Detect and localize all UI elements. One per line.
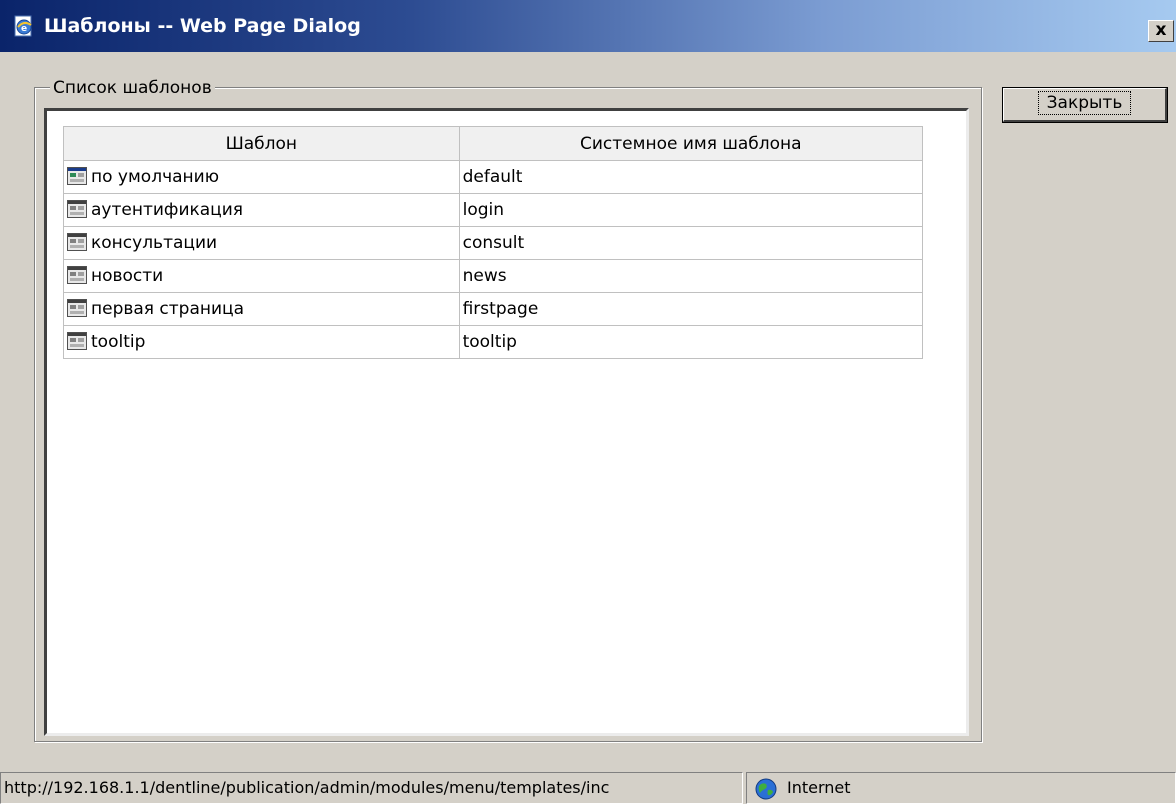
- title-bar[interactable]: e Шаблоны -- Web Page Dialog x: [0, 0, 1176, 52]
- column-header-system-name: Системное имя шаблона: [458, 126, 924, 161]
- system-name-cell[interactable]: default: [458, 160, 924, 194]
- system-name-cell[interactable]: news: [458, 259, 924, 293]
- ie-document-icon: e: [14, 15, 32, 37]
- template-name: консультации: [91, 233, 218, 253]
- template-name: tooltip: [91, 332, 146, 352]
- table-row[interactable]: аутентификация login: [63, 193, 924, 227]
- status-bar: http://192.168.1.1/dentline/publication/…: [0, 770, 1176, 804]
- template-name: новости: [91, 266, 164, 286]
- system-name-cell[interactable]: firstpage: [458, 292, 924, 326]
- security-zone[interactable]: Internet: [746, 772, 1176, 804]
- template-name: первая страница: [91, 299, 245, 319]
- template-name-cell[interactable]: консультации: [63, 226, 460, 260]
- template-icon: [67, 200, 87, 218]
- template-icon: [67, 332, 87, 350]
- templates-panel: Шаблон Системное имя шаблона по умолчани…: [44, 108, 969, 736]
- table-row[interactable]: по умолчанию default: [63, 160, 924, 194]
- system-name-cell[interactable]: tooltip: [458, 325, 924, 359]
- window-title: Шаблоны -- Web Page Dialog: [44, 15, 361, 37]
- template-name-cell[interactable]: по умолчанию: [63, 160, 460, 194]
- template-name: по умолчанию: [91, 167, 220, 187]
- table-header-row: Шаблон Системное имя шаблона: [63, 126, 924, 161]
- template-icon: [67, 299, 87, 317]
- groupbox-legend: Список шаблонов: [50, 78, 215, 98]
- close-icon: x: [1155, 20, 1167, 40]
- close-button[interactable]: Закрыть: [1002, 87, 1168, 123]
- status-url: http://192.168.1.1/dentline/publication/…: [0, 772, 743, 804]
- template-name-cell[interactable]: аутентификация: [63, 193, 460, 227]
- close-button-label: Закрыть: [1037, 91, 1132, 115]
- system-name-cell[interactable]: login: [458, 193, 924, 227]
- template-name-cell[interactable]: tooltip: [63, 325, 460, 359]
- window-close-button[interactable]: x: [1148, 20, 1174, 42]
- table-row[interactable]: tooltip tooltip: [63, 325, 924, 359]
- template-name-cell[interactable]: новости: [63, 259, 460, 293]
- globe-icon: [755, 778, 777, 800]
- svg-text:e: e: [21, 24, 27, 34]
- template-icon: [67, 233, 87, 251]
- security-zone-label: Internet: [787, 778, 851, 797]
- template-name: аутентификация: [91, 200, 244, 220]
- system-name-cell[interactable]: consult: [458, 226, 924, 260]
- table-row[interactable]: консультации consult: [63, 226, 924, 260]
- table-row[interactable]: первая страница firstpage: [63, 292, 924, 326]
- templates-table: Шаблон Системное имя шаблона по умолчани…: [63, 126, 924, 359]
- template-name-cell[interactable]: первая страница: [63, 292, 460, 326]
- column-header-template: Шаблон: [63, 126, 460, 161]
- table-row[interactable]: новости news: [63, 259, 924, 293]
- template-icon: [67, 167, 87, 185]
- template-icon: [67, 266, 87, 284]
